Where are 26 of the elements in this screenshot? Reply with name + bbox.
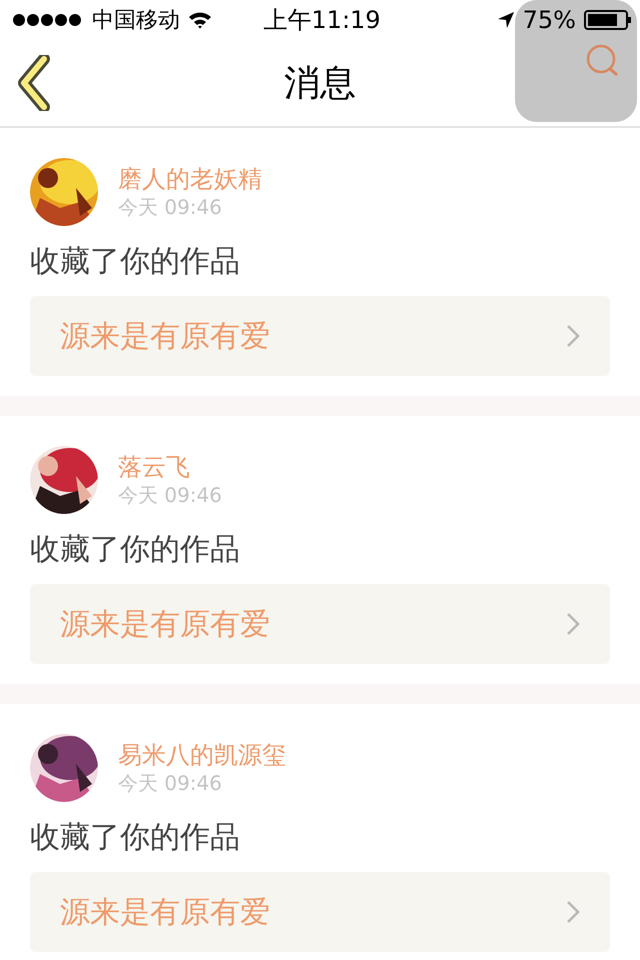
chevron-right-icon [566, 324, 580, 348]
signal-icon [12, 13, 84, 27]
floating-button[interactable] [515, 0, 637, 122]
chevron-right-icon [566, 612, 580, 636]
message-text: 收藏了你的作品 [30, 243, 241, 281]
work-link[interactable]: 源来是有原有爱 [30, 584, 610, 664]
message-text: 收藏了你的作品 [30, 819, 241, 857]
battery-percent: 75% [522, 6, 576, 34]
back-button[interactable] [16, 55, 52, 114]
location-icon [496, 11, 515, 29]
user-name[interactable]: 易米八的凯源玺 [118, 740, 286, 770]
carrier-name: 中国移动 [92, 7, 180, 35]
chevron-right-icon [566, 900, 580, 924]
user-name[interactable]: 落云飞 [118, 452, 222, 482]
work-link[interactable]: 源来是有原有爱 [30, 296, 610, 376]
battery-icon [584, 10, 632, 30]
message-time: 今天 09:46 [118, 194, 223, 220]
status-time: 上午11:19 [263, 5, 381, 36]
work-link[interactable]: 源来是有原有爱 [30, 872, 610, 952]
back-chevron-icon [16, 55, 52, 111]
message-time: 今天 09:46 [118, 770, 223, 796]
message-text: 收藏了你的作品 [30, 531, 241, 569]
user-name[interactable]: 磨人的老妖精 [118, 164, 262, 194]
page-title: 消息 [284, 62, 356, 106]
wifi-icon [188, 11, 212, 29]
message-time: 今天 09:46 [118, 482, 222, 508]
